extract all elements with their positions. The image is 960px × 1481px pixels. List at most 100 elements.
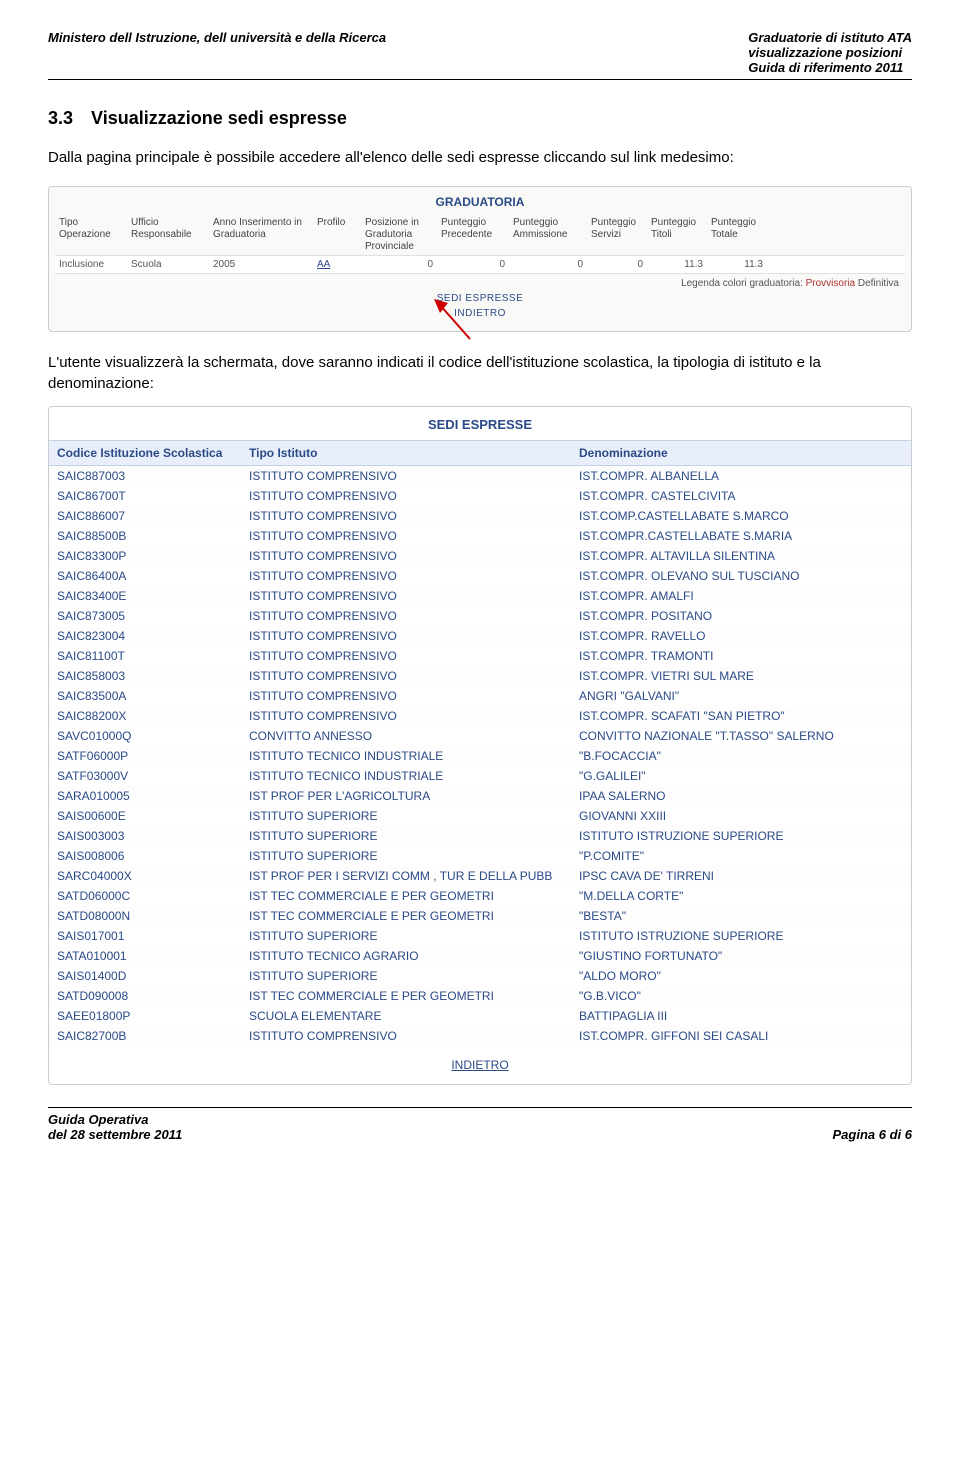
sedi-cell-tipo: IST TEC COMMERCIALE E PER GEOMETRI bbox=[241, 886, 571, 906]
sedi-cell-denominazione: "M.DELLA CORTE" bbox=[571, 886, 911, 906]
sedi-cell-denominazione: IST.COMPR. CASTELCIVITA bbox=[571, 486, 911, 506]
sedi-cell-denominazione: "G.B.VICO" bbox=[571, 986, 911, 1006]
link-sedi-espresse[interactable]: SEDI ESPRESSE bbox=[55, 291, 905, 306]
sedi-cell-tipo: IST PROF PER L'AGRICOLTURA bbox=[241, 786, 571, 806]
sedi-cell-tipo: ISTITUTO COMPRENSIVO bbox=[241, 506, 571, 526]
sedi-cell-codice: SARC04000X bbox=[49, 866, 241, 886]
col-servizi: Punteggio Servizi bbox=[587, 215, 647, 255]
sedi-cell-codice: SATD090008 bbox=[49, 986, 241, 1006]
sedi-row: SATD06000CIST TEC COMMERCIALE E PER GEOM… bbox=[49, 886, 911, 906]
cell-tipo: Inclusione bbox=[55, 256, 127, 273]
sedi-cell-tipo: ISTITUTO COMPRENSIVO bbox=[241, 666, 571, 686]
footer-right: Pagina 6 di 6 bbox=[833, 1127, 912, 1142]
sedi-row: SARA010005IST PROF PER L'AGRICOLTURAIPAA… bbox=[49, 786, 911, 806]
sedi-cell-denominazione: IPAA SALERNO bbox=[571, 786, 911, 806]
sedi-indietro-link[interactable]: INDIETRO bbox=[49, 1046, 911, 1084]
sedi-cell-tipo: ISTITUTO COMPRENSIVO bbox=[241, 1026, 571, 1046]
sedi-row: SAIS00600EISTITUTO SUPERIOREGIOVANNI XXI… bbox=[49, 806, 911, 826]
sedi-row: SAIS008006ISTITUTO SUPERIORE"P.COMITE" bbox=[49, 846, 911, 866]
sedi-cell-denominazione: IST.COMPR.CASTELLABATE S.MARIA bbox=[571, 526, 911, 546]
sedi-cell-denominazione: "ALDO MORO" bbox=[571, 966, 911, 986]
sedi-cell-tipo: ISTITUTO TECNICO INDUSTRIALE bbox=[241, 746, 571, 766]
graduatoria-panel: GRADUATORIA Tipo Operazione Ufficio Resp… bbox=[48, 186, 912, 332]
header-right: Graduatorie di istituto ATA visualizzazi… bbox=[748, 30, 912, 75]
cell-profilo: AA bbox=[313, 256, 361, 273]
sedi-cell-denominazione: "GIUSTINO FORTUNATO" bbox=[571, 946, 911, 966]
sedi-row: SAIC886007ISTITUTO COMPRENSIVOIST.COMP.C… bbox=[49, 506, 911, 526]
graduatoria-header-row: Tipo Operazione Ufficio Responsabile Ann… bbox=[55, 215, 905, 255]
sedi-cell-tipo: ISTITUTO COMPRENSIVO bbox=[241, 606, 571, 626]
col-totale: Punteggio Totale bbox=[707, 215, 767, 255]
sedi-row: SAIC88500BISTITUTO COMPRENSIVOIST.COMPR.… bbox=[49, 526, 911, 546]
footer: Guida Operativa del 28 settembre 2011 Pa… bbox=[48, 1107, 912, 1142]
sedi-cell-tipo: ISTITUTO COMPRENSIVO bbox=[241, 526, 571, 546]
sedi-row: SAIC88200XISTITUTO COMPRENSIVOIST.COMPR.… bbox=[49, 706, 911, 726]
sedi-title: SEDI ESPRESSE bbox=[49, 407, 911, 440]
col-precedente: Punteggio Precedente bbox=[437, 215, 509, 255]
sedi-row: SAIC82700BISTITUTO COMPRENSIVOIST.COMPR.… bbox=[49, 1026, 911, 1046]
sedi-cell-codice: SAIC83500A bbox=[49, 686, 241, 706]
cell-servizi: 0 bbox=[587, 256, 647, 273]
cell-ufficio: Scuola bbox=[127, 256, 209, 273]
graduatoria-data-row: Inclusione Scuola 2005 AA 0 0 0 0 11.3 1… bbox=[55, 255, 905, 274]
sedi-cell-codice: SAIC873005 bbox=[49, 606, 241, 626]
sedi-cell-denominazione: CONVITTO NAZIONALE "T.TASSO" SALERNO bbox=[571, 726, 911, 746]
section-title: 3.3Visualizzazione sedi espresse bbox=[48, 108, 912, 129]
sedi-cell-tipo: IST TEC COMMERCIALE E PER GEOMETRI bbox=[241, 906, 571, 926]
sedi-cell-codice: SATA010001 bbox=[49, 946, 241, 966]
cell-posizione: 0 bbox=[361, 256, 437, 273]
header-left: Ministero dell Istruzione, dell universi… bbox=[48, 30, 386, 45]
sedi-cell-codice: SAIC858003 bbox=[49, 666, 241, 686]
sedi-row: SAIC86400AISTITUTO COMPRENSIVOIST.COMPR.… bbox=[49, 566, 911, 586]
link-indietro[interactable]: INDIETRO bbox=[55, 306, 905, 321]
col-posizione: Posizione in Gradutoria Provinciale bbox=[361, 215, 437, 255]
intro-paragraph: Dalla pagina principale è possibile acce… bbox=[48, 147, 912, 168]
sedi-cell-codice: SAVC01000Q bbox=[49, 726, 241, 746]
sedi-cell-tipo: ISTITUTO SUPERIORE bbox=[241, 846, 571, 866]
sedi-cell-codice: SAIC887003 bbox=[49, 466, 241, 486]
sedi-cell-codice: SAIS017001 bbox=[49, 926, 241, 946]
sedi-cell-denominazione: IST.COMPR. SCAFATI "SAN PIETRO" bbox=[571, 706, 911, 726]
sedi-cell-codice: SATD06000C bbox=[49, 886, 241, 906]
sedi-cell-tipo: ISTITUTO COMPRENSIVO bbox=[241, 706, 571, 726]
sedi-cell-codice: SAIC886007 bbox=[49, 506, 241, 526]
sedi-cell-denominazione: "BESTA" bbox=[571, 906, 911, 926]
sedi-row: SAIC83400EISTITUTO COMPRENSIVOIST.COMPR.… bbox=[49, 586, 911, 606]
sedi-col-denominazione: Denominazione bbox=[571, 441, 911, 465]
sedi-cell-denominazione: "B.FOCACCIA" bbox=[571, 746, 911, 766]
footer-left: Guida Operativa del 28 settembre 2011 bbox=[48, 1112, 182, 1142]
sedi-cell-tipo: ISTITUTO SUPERIORE bbox=[241, 826, 571, 846]
col-anno: Anno Inserimento in Graduatoria bbox=[209, 215, 313, 255]
sedi-cell-denominazione: ANGRI "GALVANI" bbox=[571, 686, 911, 706]
sedi-cell-denominazione: ISTITUTO ISTRUZIONE SUPERIORE bbox=[571, 926, 911, 946]
sedi-cell-tipo: ISTITUTO TECNICO AGRARIO bbox=[241, 946, 571, 966]
sedi-cell-tipo: ISTITUTO SUPERIORE bbox=[241, 966, 571, 986]
graduatoria-title: GRADUATORIA bbox=[55, 191, 905, 215]
header-right-line3: Guida di riferimento 2011 bbox=[748, 60, 912, 75]
sedi-cell-tipo: ISTITUTO COMPRENSIVO bbox=[241, 486, 571, 506]
sedi-cell-denominazione: ISTITUTO ISTRUZIONE SUPERIORE bbox=[571, 826, 911, 846]
sedi-cell-denominazione: IST.COMPR. RAVELLO bbox=[571, 626, 911, 646]
sedi-cell-tipo: ISTITUTO COMPRENSIVO bbox=[241, 686, 571, 706]
sedi-cell-denominazione: IST.COMPR. VIETRI SUL MARE bbox=[571, 666, 911, 686]
sedi-cell-codice: SAIC83300P bbox=[49, 546, 241, 566]
sedi-cell-denominazione: BATTIPAGLIA III bbox=[571, 1006, 911, 1026]
sedi-row: SAIS01400DISTITUTO SUPERIORE"ALDO MORO" bbox=[49, 966, 911, 986]
sedi-cell-tipo: ISTITUTO COMPRENSIVO bbox=[241, 626, 571, 646]
sedi-row: SATA010001ISTITUTO TECNICO AGRARIO"GIUST… bbox=[49, 946, 911, 966]
footer-rule bbox=[48, 1107, 912, 1108]
sedi-row: SATD08000NIST TEC COMMERCIALE E PER GEOM… bbox=[49, 906, 911, 926]
sedi-cell-denominazione: IST.COMPR. POSITANO bbox=[571, 606, 911, 626]
sedi-cell-denominazione: "G.GALILEI" bbox=[571, 766, 911, 786]
legend: Legenda colori graduatoria: Provvisoria … bbox=[55, 274, 905, 291]
sedi-cell-denominazione: IST.COMPR. OLEVANO SUL TUSCIANO bbox=[571, 566, 911, 586]
sedi-cell-codice: SAIC81100T bbox=[49, 646, 241, 666]
section-heading: Visualizzazione sedi espresse bbox=[91, 108, 347, 128]
col-ammissione: Punteggio Ammissione bbox=[509, 215, 587, 255]
sedi-cell-codice: SATF06000P bbox=[49, 746, 241, 766]
sedi-cell-denominazione: "P.COMITE" bbox=[571, 846, 911, 866]
cell-anno: 2005 bbox=[209, 256, 313, 273]
sedi-cell-codice: SAEE01800P bbox=[49, 1006, 241, 1026]
sedi-cell-codice: SAIC82700B bbox=[49, 1026, 241, 1046]
sedi-cell-codice: SAIC86700T bbox=[49, 486, 241, 506]
